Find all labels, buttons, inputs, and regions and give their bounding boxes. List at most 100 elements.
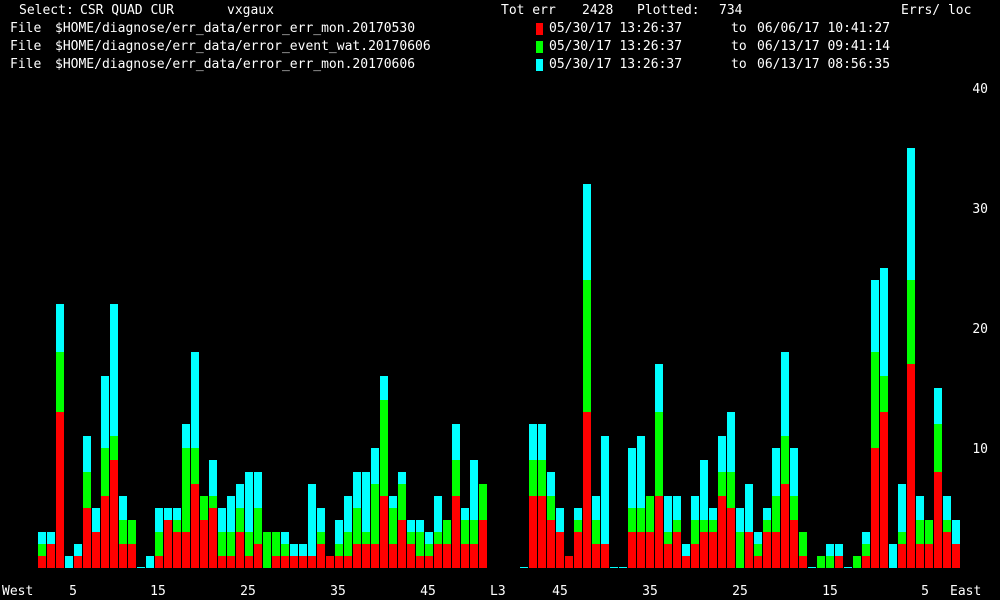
west-bar-41-green: [398, 484, 406, 520]
west-bar-15-cyan: [164, 508, 172, 520]
east-bar-40-red: [871, 448, 879, 568]
x-tick-label: 35: [330, 584, 346, 599]
west-bar-22-green: [227, 532, 235, 556]
west-bar-41-cyan: [398, 472, 406, 484]
x-tick-label: 25: [732, 584, 748, 599]
west-bar-43-green: [416, 532, 424, 556]
east-bar-39-red: [862, 556, 870, 568]
east-bar-18-red: [673, 532, 681, 568]
west-bar-27-green: [272, 532, 280, 556]
east-bar-45-red: [916, 544, 924, 568]
east-bar-30-green: [781, 436, 789, 484]
east-bar-23-green: [718, 472, 726, 496]
west-bar-31-cyan: [308, 484, 316, 556]
east-bar-21-green: [700, 520, 708, 532]
y-tick-label: 10: [972, 442, 988, 457]
west-bar-49-red: [470, 544, 478, 568]
east-bar-43-green: [898, 532, 906, 544]
west-bar-23-green: [236, 508, 244, 532]
west-bar-23-cyan: [236, 484, 244, 508]
west-bar-5-red: [74, 556, 82, 568]
east-bar-2-red: [529, 496, 537, 568]
west-bar-47-red: [452, 496, 460, 568]
east-bar-35-green: [826, 556, 834, 568]
east-bar-4-green: [547, 496, 555, 520]
west-bar-27-red: [272, 556, 280, 568]
east-bar-42-cyan: [889, 544, 897, 568]
east-bar-41-red: [880, 412, 888, 568]
east-bar-7-green: [574, 520, 582, 532]
east-bar-25-cyan: [736, 508, 744, 532]
east-bar-3-cyan: [538, 424, 546, 460]
west-bar-17-red: [182, 532, 190, 568]
west-bar-36-cyan: [353, 472, 361, 508]
west-bar-46-green: [443, 520, 451, 544]
west-bar-24-cyan: [245, 472, 253, 532]
west-bar-25-red: [254, 544, 262, 568]
west-bar-43-cyan: [416, 520, 424, 532]
west-bar-33-red: [326, 556, 334, 568]
west-bar-30-red: [299, 556, 307, 568]
east-bar-47-red: [934, 472, 942, 568]
y-tick-label: 40: [972, 82, 988, 97]
west-bar-19-green: [200, 496, 208, 520]
west-bar-48-red: [461, 544, 469, 568]
west-bar-41-red: [398, 520, 406, 568]
east-bar-31-red: [790, 520, 798, 568]
east-bar-19-red: [682, 556, 690, 568]
east-bar-24-cyan: [727, 412, 735, 472]
east-bar-40-green: [871, 352, 879, 448]
west-bar-38-red: [371, 544, 379, 568]
west-bar-4-cyan: [65, 556, 73, 568]
east-bar-18-green: [673, 520, 681, 532]
east-bar-19-cyan: [682, 544, 690, 556]
east-bar-11-baseline: [610, 567, 618, 568]
west-bar-20-cyan: [209, 460, 217, 496]
west-bar-5-cyan: [74, 544, 82, 556]
west-bar-21-cyan: [218, 508, 226, 532]
east-bar-16-cyan: [655, 364, 663, 412]
east-bar-2-green: [529, 460, 537, 496]
west-bar-28-cyan: [281, 532, 289, 544]
west-bar-11-red: [128, 544, 136, 568]
east-bar-38-green: [853, 556, 861, 568]
east-bar-48-red: [943, 532, 951, 568]
west-bar-45-red: [434, 544, 442, 568]
east-bar-48-green: [943, 520, 951, 532]
east-bar-23-red: [718, 496, 726, 568]
west-bar-37-red: [362, 544, 370, 568]
west-bar-15-red: [164, 520, 172, 568]
west-bar-40-green: [389, 508, 397, 544]
east-bar-40-cyan: [871, 280, 879, 352]
west-bar-30-cyan: [299, 544, 307, 556]
west-bar-14-red: [155, 556, 163, 568]
east-bar-17-red: [664, 544, 672, 568]
east-bar-13-cyan: [628, 448, 636, 508]
east-bar-48-cyan: [943, 496, 951, 520]
west-bar-39-cyan: [380, 376, 388, 400]
east-bar-31-green: [790, 496, 798, 520]
west-bar-47-cyan: [452, 424, 460, 460]
west-bar-48-cyan: [461, 508, 469, 520]
east-bar-7-cyan: [574, 508, 582, 520]
east-bar-21-red: [700, 532, 708, 568]
west-bar-6-cyan: [83, 436, 91, 472]
east-bar-45-green: [916, 520, 924, 544]
west-bar-35-green: [344, 532, 352, 556]
west-bar-28-red: [281, 556, 289, 568]
west-bar-3-red: [56, 412, 64, 568]
east-bar-36-red: [835, 556, 843, 568]
west-bar-1-cyan: [38, 532, 46, 544]
east-bar-9-red: [592, 544, 600, 568]
east-bar-25-green: [736, 532, 744, 568]
east-bar-1-baseline: [520, 567, 528, 568]
west-bar-48-green: [461, 520, 469, 544]
west-bar-3-green: [56, 352, 64, 412]
west-bar-17-green: [182, 448, 190, 532]
west-bar-7-red: [92, 532, 100, 568]
east-bar-39-cyan: [862, 532, 870, 544]
west-bar-32-cyan: [317, 508, 325, 532]
east-bar-13-green: [628, 508, 636, 532]
east-bar-39-green: [862, 544, 870, 556]
east-bar-31-cyan: [790, 448, 798, 496]
